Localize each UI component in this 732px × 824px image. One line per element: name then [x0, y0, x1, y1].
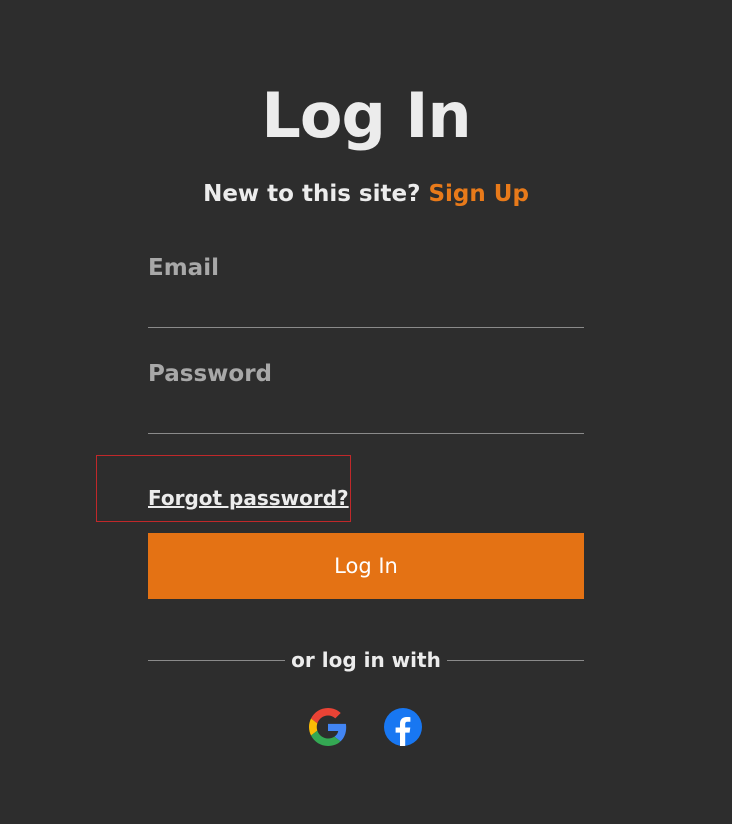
signup-prompt-text: New to this site?	[203, 181, 421, 207]
email-label: Email	[148, 255, 219, 281]
password-input[interactable]	[148, 403, 584, 434]
email-field-group: Email	[148, 253, 584, 328]
password-field-group: Password	[148, 359, 584, 434]
divider-text: or log in with	[291, 648, 441, 672]
facebook-login-button[interactable]	[384, 708, 422, 746]
login-button[interactable]: Log In	[148, 533, 584, 599]
forgot-password-link[interactable]: Forgot password?	[148, 484, 349, 512]
page-title: Log In	[261, 79, 471, 152]
facebook-icon	[384, 708, 422, 746]
google-icon	[309, 708, 347, 746]
signup-link[interactable]: Sign Up	[428, 181, 528, 207]
divider-line-right	[447, 660, 584, 661]
email-input[interactable]	[148, 297, 584, 328]
password-label: Password	[148, 361, 272, 387]
signup-prompt: New to this site? Sign Up	[0, 178, 732, 210]
google-login-button[interactable]	[309, 708, 347, 746]
